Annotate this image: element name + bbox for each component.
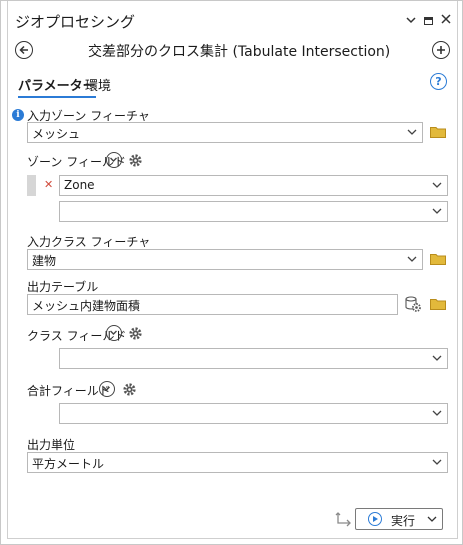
sum-field-dropdown[interactable]	[59, 403, 448, 424]
class-feature-dropdown[interactable]: 建物	[27, 249, 423, 270]
output-units-dropdown[interactable]: 平方メートル	[27, 452, 448, 473]
expand-chevron-icon[interactable]	[106, 325, 122, 341]
zone-field-value: Zone	[64, 178, 95, 192]
expand-chevron-icon[interactable]	[99, 381, 115, 397]
geoprocessing-pane: ジオプロセシング 交差部分のクロス集計 (Tabulate Intersecti…	[0, 0, 463, 545]
close-icon[interactable]	[441, 14, 451, 27]
drag-handle[interactable]	[27, 175, 36, 196]
folder-icon[interactable]	[430, 126, 446, 138]
run-button[interactable]: 実行	[355, 508, 443, 530]
output-table-label: 出力テーブル	[27, 280, 99, 294]
zone-field-row-2[interactable]	[59, 201, 448, 222]
chevron-down-icon	[432, 182, 442, 188]
gear-icon[interactable]	[128, 153, 143, 168]
expand-chevron-icon[interactable]	[106, 152, 122, 168]
gear-icon[interactable]	[128, 326, 143, 341]
pane-body: ジオプロセシング 交差部分のクロス集計 (Tabulate Intersecti…	[7, 1, 458, 539]
tab-environments[interactable]: 環境	[85, 75, 111, 94]
chevron-down-icon	[432, 459, 442, 465]
add-icon[interactable]	[432, 41, 450, 59]
class-feature-label: 入力クラス フィーチャ	[27, 235, 151, 249]
output-units-value: 平方メートル	[32, 457, 105, 471]
chevron-down-icon	[407, 129, 417, 135]
gear-icon[interactable]	[122, 382, 137, 397]
tab-parameters[interactable]: パラメーター	[18, 75, 96, 98]
chevron-down-icon	[432, 208, 442, 214]
open-history-icon[interactable]	[335, 511, 353, 527]
tab-bar: パラメーター 環境 ?	[8, 73, 457, 98]
remove-row-icon[interactable]: ✕	[44, 178, 53, 191]
chevron-down-icon	[407, 256, 417, 262]
chevron-down-icon[interactable]	[406, 15, 416, 27]
tool-title: 交差部分のクロス集計 (Tabulate Intersection)	[88, 44, 391, 60]
chevron-down-icon[interactable]	[426, 513, 438, 525]
help-icon[interactable]: ?	[430, 73, 447, 90]
database-settings-icon[interactable]	[404, 295, 422, 313]
window-controls	[406, 14, 451, 27]
zone-feature-value: メッシュ	[32, 127, 81, 141]
folder-icon[interactable]	[430, 298, 446, 310]
class-field-dropdown[interactable]	[59, 348, 448, 369]
info-icon[interactable]: i	[12, 109, 24, 121]
tool-header: 交差部分のクロス集計 (Tabulate Intersection)	[8, 39, 457, 63]
pane-title: ジオプロセシング	[15, 13, 136, 31]
output-table-input[interactable]: メッシュ内建物面積	[27, 294, 398, 315]
back-arrow-icon[interactable]	[15, 41, 33, 59]
run-label: 実行	[391, 514, 416, 528]
zone-field-row-1[interactable]: Zone	[59, 175, 448, 196]
maximize-icon[interactable]	[424, 16, 433, 25]
play-icon	[368, 512, 382, 526]
chevron-down-icon	[432, 410, 442, 416]
output-units-label: 出力単位	[27, 438, 76, 452]
zone-feature-dropdown[interactable]: メッシュ	[27, 122, 423, 143]
class-feature-value: 建物	[32, 254, 57, 268]
chevron-down-icon	[432, 355, 442, 361]
folder-icon[interactable]	[430, 253, 446, 265]
output-table-value: メッシュ内建物面積	[32, 299, 141, 313]
pane-titlebar: ジオプロセシング	[8, 1, 457, 39]
